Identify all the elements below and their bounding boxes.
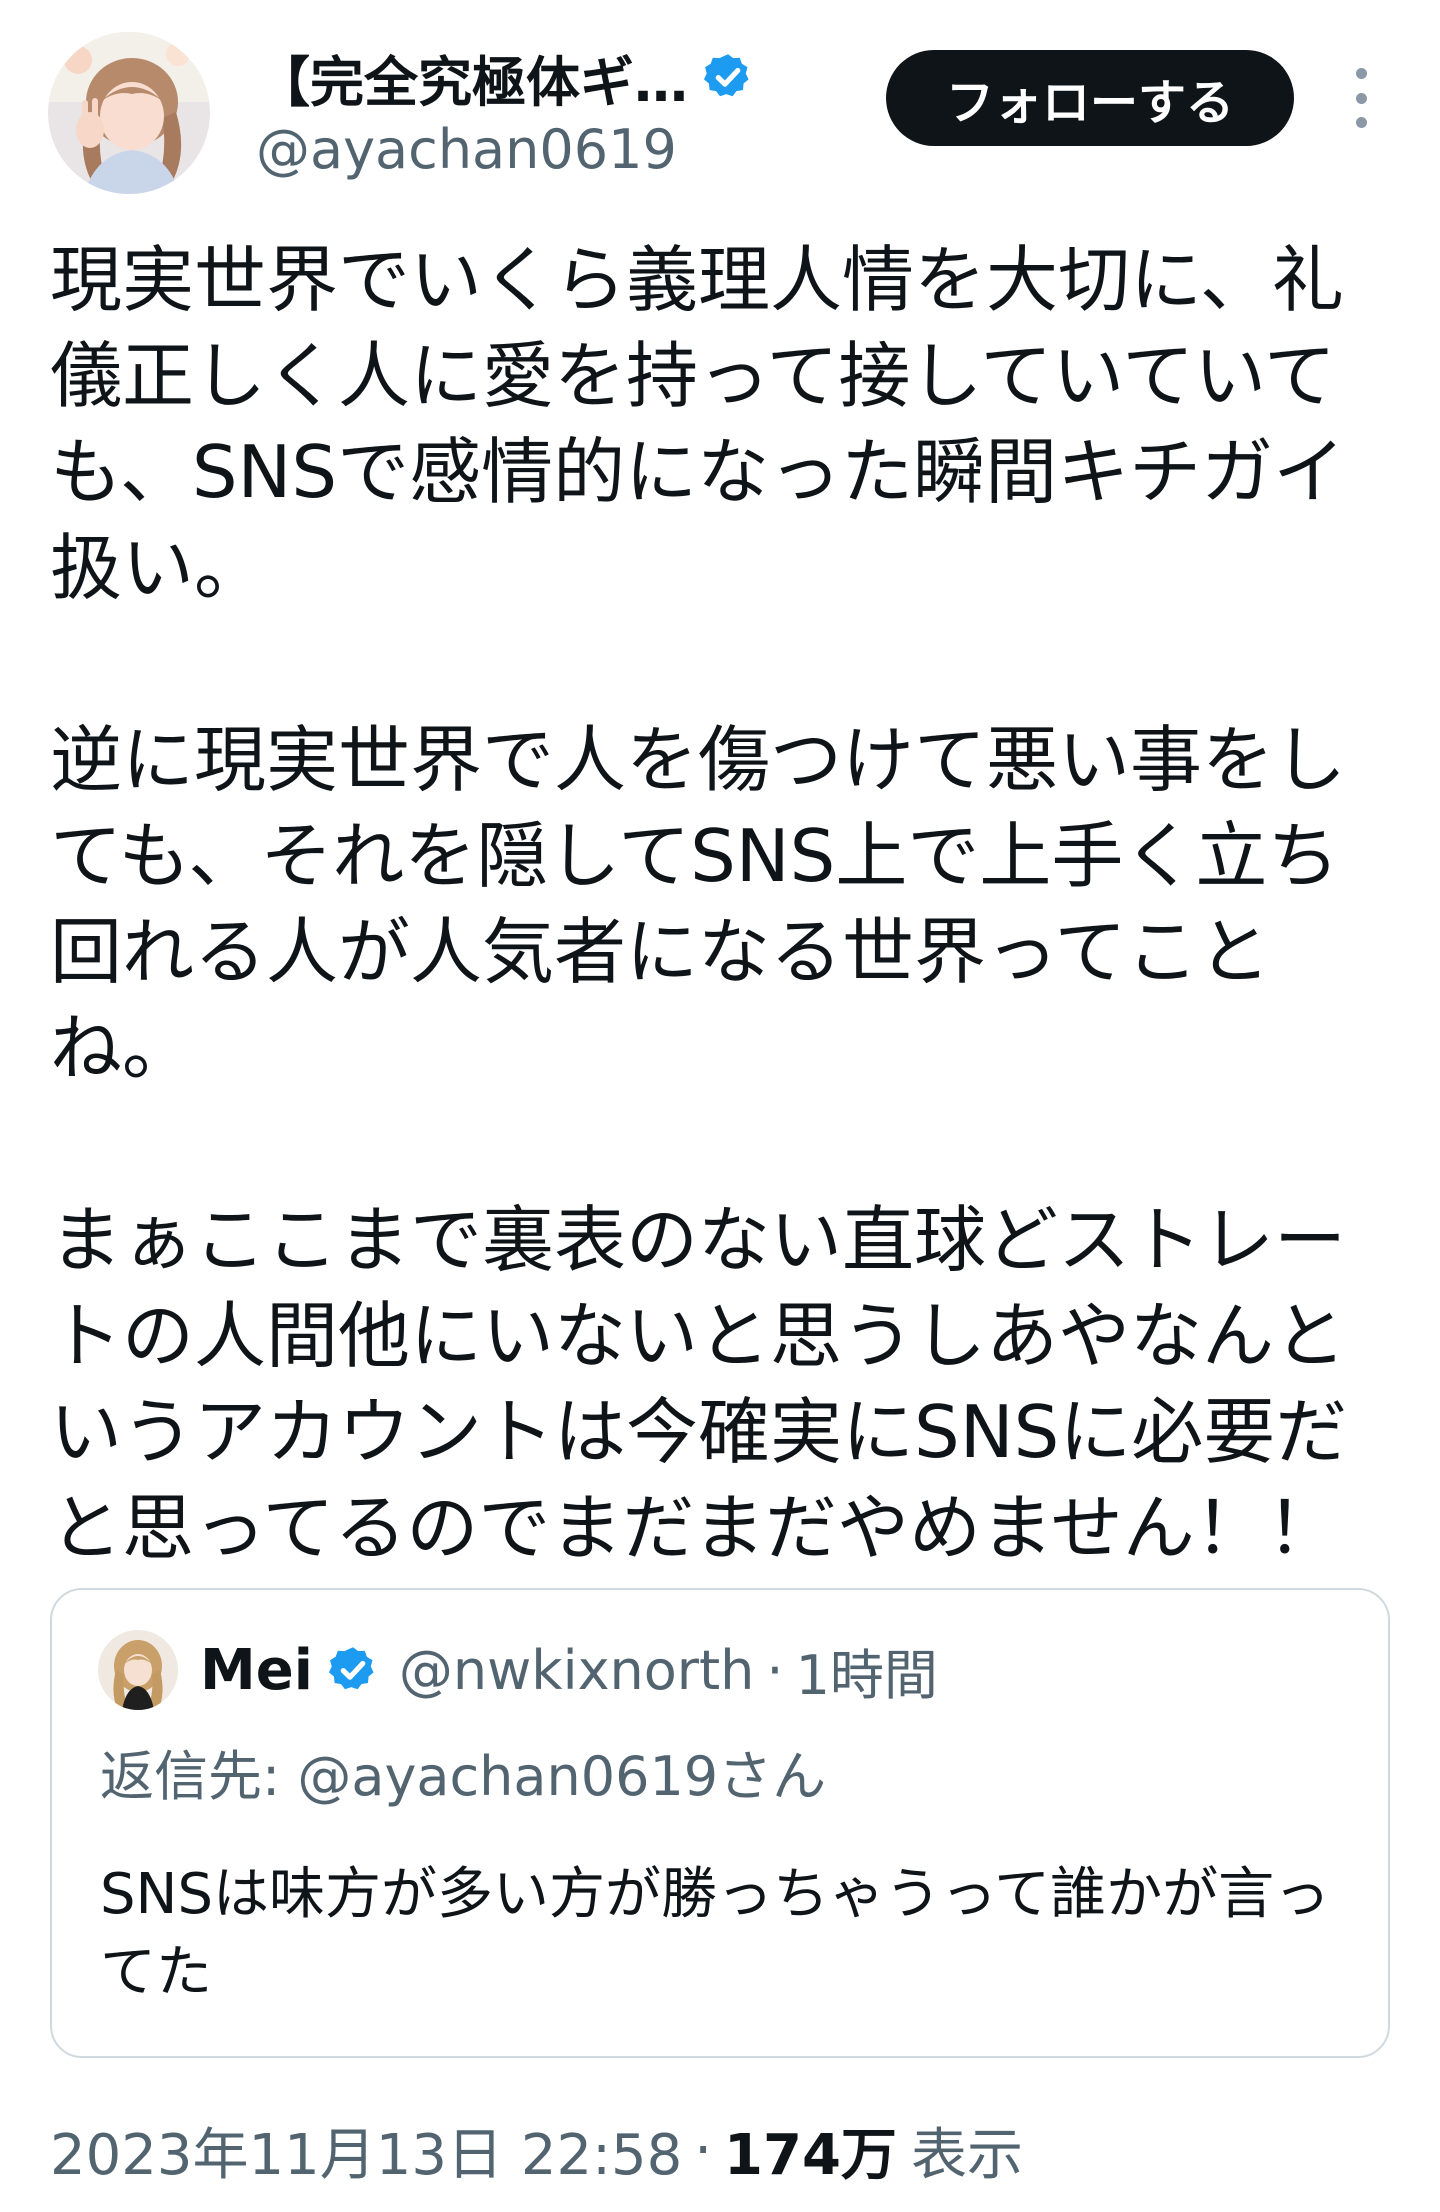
follow-button[interactable]: フォローする xyxy=(886,50,1294,146)
tweet-paragraph: まぁここまで裏表のない直球どストレートの人間他にいないと思うしあやなんというアカ… xyxy=(50,1198,1348,1570)
views-count[interactable]: 174万 xyxy=(724,2110,897,2191)
quoted-avatar-photo xyxy=(98,1630,178,1710)
author-handle[interactable]: @ayachan0619 xyxy=(256,118,856,181)
tweet-paragraph: 現実世界でいくら義理人情を大切に、礼儀正しく人に愛を持って接していていても、SN… xyxy=(50,238,1346,610)
more-dot xyxy=(1355,68,1367,79)
display-name-row: 【完全究極体ギ… xyxy=(256,40,856,114)
quoted-separator: · xyxy=(766,1638,784,1702)
verified-badge-icon xyxy=(328,1647,374,1690)
more-dot xyxy=(1355,92,1367,104)
quoted-author-avatar[interactable] xyxy=(98,1630,178,1710)
tweet-text: 現実世界でいくら義理人情を大切に、礼儀正しく人に愛を持って接していていても、SN… xyxy=(50,232,1400,1576)
tweet-timestamp[interactable]: 2023年11月13日 22:58 xyxy=(50,2110,682,2191)
more-dot xyxy=(1355,117,1367,128)
avatar-photo xyxy=(48,32,210,194)
quoted-reply-to[interactable]: 返信先: @ayachan0619さん xyxy=(100,1732,826,1811)
quoted-tweet-card[interactable]: Mei @nwkixnorth · 1時間 返信先: @ayachan0619さ… xyxy=(50,1588,1390,2058)
tweet-header: 【完全究極体ギ… @ayachan0619 フォローする xyxy=(0,0,1440,200)
author-display-name[interactable]: 【完全究極体ギ… xyxy=(256,38,688,117)
more-vertical-icon[interactable] xyxy=(1340,68,1382,128)
tweet-paragraph: 逆に現実世界で人を傷つけて悪い事をしても、それを隠してSNS上で上手く立ち回れる… xyxy=(50,718,1347,1090)
quoted-tweet-text: SNSは味方が多い方が勝っちゃうって誰かが言ってた xyxy=(100,1862,1331,2005)
meta-separator: · xyxy=(694,2117,713,2183)
author-avatar[interactable] xyxy=(48,32,210,194)
verified-badge-icon[interactable] xyxy=(702,51,754,103)
author-name-block: 【完全究極体ギ… @ayachan0619 xyxy=(256,40,856,181)
quoted-author-handle[interactable]: @nwkixnorth xyxy=(399,1639,754,1702)
quoted-tweet-header: Mei @nwkixnorth · 1時間 xyxy=(98,1630,938,1710)
views-label[interactable]: 表示 xyxy=(911,2110,1023,2191)
quoted-author-name[interactable]: Mei xyxy=(200,1638,313,1703)
quoted-time[interactable]: 1時間 xyxy=(796,1631,938,1710)
tweet-meta: 2023年11月13日 22:58 · 174万 表示 xyxy=(50,2110,1023,2190)
